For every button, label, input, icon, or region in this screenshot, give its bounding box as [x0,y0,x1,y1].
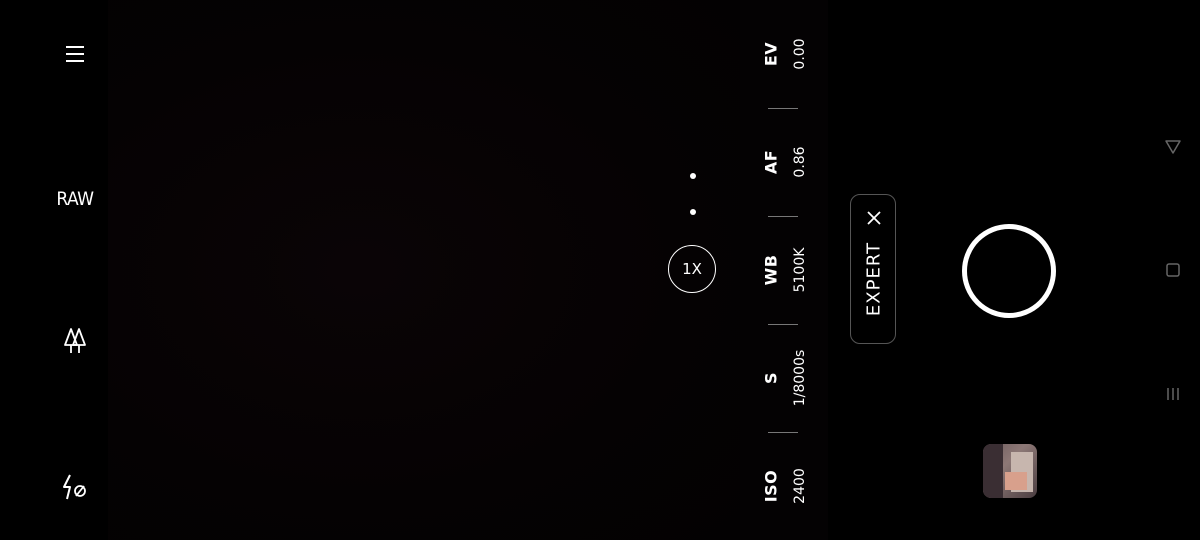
shutter-button[interactable] [962,224,1056,318]
close-icon[interactable] [862,206,886,230]
raw-toggle-button[interactable]: RAW [50,186,100,212]
indicator-dot [690,209,696,215]
home-square-icon[interactable] [1160,257,1186,283]
divider [768,432,798,433]
flash-off-icon[interactable] [50,472,100,502]
thumb-shape [983,444,1003,498]
recents-lines-icon[interactable] [1160,381,1186,407]
param-value: 1/8000s [792,349,808,407]
thumb-shape [1005,472,1027,490]
hamburger-menu-icon[interactable] [50,40,100,68]
indicator-dot [690,173,696,179]
left-toolbar [0,0,108,540]
divider [768,216,798,217]
expert-mode-label: EXPERT [863,241,885,317]
parameters-panel [740,0,828,540]
param-value: 0.00 [792,38,808,70]
zoom-button[interactable]: 1X [668,245,716,293]
param-value: 5100K [792,247,808,293]
param-name: WB [761,254,781,286]
divider [768,324,798,325]
param-name: AF [761,149,781,175]
param-name: S [761,371,781,385]
gallery-thumbnail[interactable] [983,444,1037,498]
back-triangle-icon[interactable] [1160,134,1186,160]
param-value: 0.86 [792,146,808,178]
param-name: EV [761,41,781,67]
param-value: 2400 [792,468,808,504]
param-name: ISO [761,469,781,503]
tree-icon[interactable] [50,326,100,358]
divider [768,108,798,109]
camera-viewfinder[interactable] [108,0,740,540]
